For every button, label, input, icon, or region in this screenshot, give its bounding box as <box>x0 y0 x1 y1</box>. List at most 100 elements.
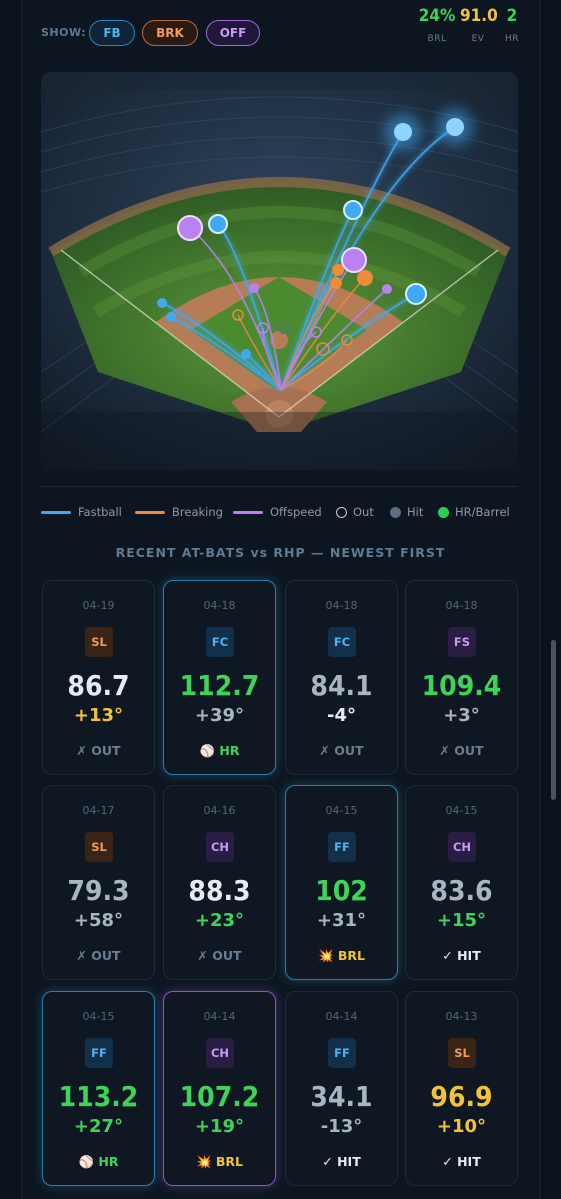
exit-velocity-value: 113.2 <box>58 1080 139 1113</box>
at-bat-date: 04-19 <box>82 599 115 612</box>
at-bat-card[interactable]: 04-16 CH 88.3 +23° ✗ OUT <box>163 785 276 980</box>
exit-velocity-value: 34.1 <box>310 1080 373 1113</box>
at-bat-result: 💥 BRL <box>195 1154 244 1169</box>
at-bat-date: 04-14 <box>325 1010 358 1023</box>
at-bat-card[interactable]: 04-17 SL 79.3 +58° ✗ OUT <box>42 785 155 980</box>
pitch-type-badge: SL <box>85 832 113 862</box>
at-bat-date: 04-15 <box>445 804 478 817</box>
out-circle-icon <box>336 506 347 518</box>
launch-angle-value: -13° <box>320 1116 363 1137</box>
launch-angle-value: +58° <box>73 910 124 931</box>
exit-velocity-value: 84.1 <box>310 669 373 702</box>
at-bat-date: 04-18 <box>203 599 236 612</box>
hit-dot-icon <box>390 506 401 518</box>
filter-fastball-button[interactable]: FB <box>89 20 135 46</box>
at-bat-result: ✓ HIT <box>322 1154 361 1169</box>
exit-velocity-value: 109.4 <box>421 669 502 702</box>
at-bat-date: 04-15 <box>82 1010 115 1023</box>
filter-breaking-button[interactable]: BRK <box>142 20 198 46</box>
legend-hit-label: Hit <box>407 505 424 519</box>
exit-velo-stat: 91.0 EV <box>460 6 498 44</box>
at-bat-date: 04-18 <box>325 599 358 612</box>
launch-angle-value: +31° <box>316 910 367 931</box>
at-bat-card[interactable]: 04-18 FS 109.4 +3° ✗ OUT <box>405 580 518 775</box>
barrel-rate-stat: 24% BRL <box>418 6 456 44</box>
at-bat-date: 04-16 <box>203 804 236 817</box>
exit-velo-value: 91.0 <box>460 6 498 26</box>
launch-angle-value: +13° <box>73 705 124 726</box>
spray-chart-field <box>41 72 518 470</box>
exit-velocity-value: 96.9 <box>430 1080 493 1113</box>
launch-angle-value: +10° <box>436 1116 487 1137</box>
at-bat-card[interactable]: 04-15 FF 113.2 +27° ⚾ HR <box>42 991 155 1186</box>
at-bat-date: 04-15 <box>325 804 358 817</box>
hr-barrel-dot-icon <box>438 506 449 518</box>
exit-velocity-value: 86.7 <box>67 669 130 702</box>
exit-velocity-value: 107.2 <box>179 1080 260 1113</box>
fastball-line-icon <box>41 510 71 514</box>
at-bat-result: ⚾ HR <box>199 743 240 758</box>
barrel-rate-label: BRL <box>427 34 447 44</box>
launch-angle-value: +23° <box>194 910 245 931</box>
at-bat-result: ✗ OUT <box>319 743 364 758</box>
home-run-label: HR <box>504 34 520 44</box>
offspeed-line-icon <box>233 510 263 514</box>
at-bat-card[interactable]: 04-13 SL 96.9 +10° ✓ HIT <box>405 991 518 1186</box>
at-bat-result: ✗ OUT <box>76 743 121 758</box>
pitch-type-badge: CH <box>206 832 234 862</box>
at-bat-card[interactable]: 04-15 CH 83.6 +15° ✓ HIT <box>405 785 518 980</box>
launch-angle-value: +3° <box>443 705 480 726</box>
legend-breaking-label: Breaking <box>172 505 223 519</box>
pitch-type-badge: CH <box>206 1038 234 1068</box>
pitch-type-badge: FC <box>206 627 234 657</box>
legend-offspeed-label: Offspeed <box>270 505 322 519</box>
launch-angle-value: +19° <box>194 1116 245 1137</box>
at-bat-result: ✗ OUT <box>76 948 121 963</box>
launch-angle-value: +15° <box>436 910 487 931</box>
legend-out-label: Out <box>353 505 374 519</box>
pitch-type-badge: FF <box>328 1038 356 1068</box>
at-bat-card[interactable]: 04-18 FC 84.1 -4° ✗ OUT <box>285 580 398 775</box>
scrollbar[interactable] <box>551 640 556 800</box>
at-bat-result: ⚾ HR <box>78 1154 119 1169</box>
pitch-type-badge: SL <box>448 1038 476 1068</box>
at-bat-card[interactable]: 04-19 SL 86.7 +13° ✗ OUT <box>42 580 155 775</box>
at-bat-date: 04-14 <box>203 1010 236 1023</box>
exit-velocity-value: 79.3 <box>67 874 130 907</box>
home-run-stat: 2 HR <box>500 6 524 44</box>
launch-angle-value: +39° <box>194 705 245 726</box>
exit-velocity-value: 83.6 <box>430 874 493 907</box>
at-bat-date: 04-13 <box>445 1010 478 1023</box>
filter-offspeed-button[interactable]: OFF <box>206 20 260 46</box>
at-bat-result: ✓ HIT <box>442 948 481 963</box>
exit-velocity-value: 88.3 <box>188 874 251 907</box>
legend-fastball-label: Fastball <box>78 505 122 519</box>
legend-hit: Hit <box>390 504 423 520</box>
show-filter-label: SHOW: <box>41 26 87 39</box>
legend-offspeed: Offspeed <box>233 504 322 520</box>
breaking-line-icon <box>135 510 165 514</box>
legend-fastball: Fastball <box>41 504 122 520</box>
at-bat-result: ✗ OUT <box>439 743 484 758</box>
at-bat-card[interactable]: 04-18 FC 112.7 +39° ⚾ HR <box>163 580 276 775</box>
pitch-type-badge: SL <box>85 627 113 657</box>
at-bat-result: ✗ OUT <box>197 948 242 963</box>
pitch-type-badge: FF <box>85 1038 113 1068</box>
at-bat-card[interactable]: 04-15 FF 102 +31° 💥 BRL <box>285 785 398 980</box>
exit-velocity-value: 102 <box>315 874 368 907</box>
home-run-value: 2 <box>506 6 518 26</box>
pitch-type-badge: FF <box>328 832 356 862</box>
pitch-type-badge: FC <box>328 627 356 657</box>
barrel-rate-value: 24% <box>418 6 456 26</box>
at-bat-card[interactable]: 04-14 FF 34.1 -13° ✓ HIT <box>285 991 398 1186</box>
exit-velocity-value: 112.7 <box>179 669 260 702</box>
launch-angle-value: +27° <box>73 1116 124 1137</box>
section-title: RECENT AT-BATS vs RHP — NEWEST FIRST <box>115 545 446 560</box>
at-bat-card[interactable]: 04-14 CH 107.2 +19° 💥 BRL <box>163 991 276 1186</box>
divider <box>41 486 518 487</box>
exit-velo-label: EV <box>471 34 485 44</box>
at-bat-date: 04-18 <box>445 599 478 612</box>
pitch-type-badge: FS <box>448 627 476 657</box>
legend-hr-barrel-label: HR/Barrel <box>455 505 510 519</box>
pitch-type-badge: CH <box>448 832 476 862</box>
